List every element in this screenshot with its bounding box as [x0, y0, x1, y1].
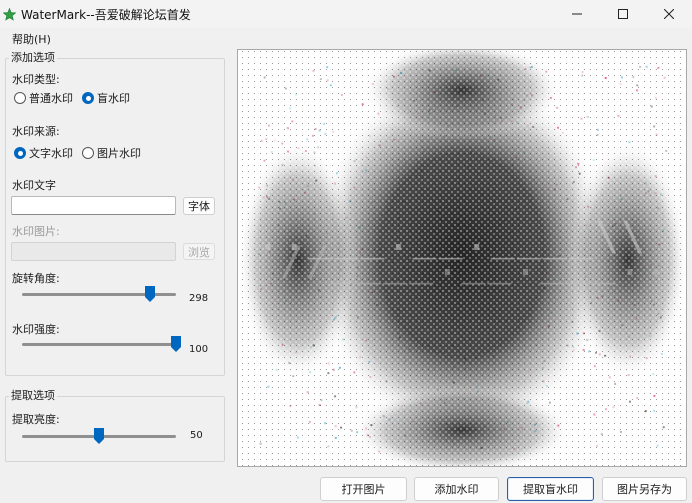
strength-value: 100: [189, 344, 209, 355]
watermark-text-label: 水印文字: [12, 179, 56, 192]
maximize-button[interactable]: [600, 0, 646, 28]
browse-button[interactable]: 浏览: [183, 243, 215, 260]
minimize-button[interactable]: [554, 0, 600, 28]
slider-thumb[interactable]: [144, 286, 155, 302]
image-preview-panel: ..___.__.____\\ ..___.__.____\\: [237, 40, 688, 475]
radio-image-watermark[interactable]: 图片水印: [82, 146, 141, 160]
watermark-image-input[interactable]: [11, 242, 176, 261]
close-button[interactable]: [646, 0, 692, 28]
add-options-title: 添加选项: [9, 51, 57, 64]
watermark-mark-lower: ..___.__.____\\: [277, 239, 668, 285]
radio-indicator: [14, 147, 26, 159]
brightness-value: 50: [190, 430, 203, 441]
strength-label: 水印强度:: [12, 323, 60, 336]
watermark-image-label: 水印图片:: [12, 225, 60, 238]
radio-indicator: [82, 92, 94, 104]
brightness-label: 提取亮度:: [12, 413, 60, 426]
radio-normal-watermark[interactable]: 普通水印: [14, 91, 73, 105]
add-watermark-button[interactable]: 添加水印: [414, 477, 499, 501]
rotation-label: 旋转角度:: [12, 272, 60, 285]
strength-slider[interactable]: [22, 336, 181, 352]
slider-thumb[interactable]: [94, 428, 104, 444]
open-image-button[interactable]: 打开图片: [320, 477, 407, 501]
save-image-as-button[interactable]: 图片另存为: [602, 477, 687, 501]
font-button[interactable]: 字体: [183, 197, 215, 215]
radio-indicator: [82, 147, 94, 159]
brightness-slider[interactable]: [22, 428, 176, 444]
menu-bar: 帮助(H): [0, 28, 692, 48]
green-star-icon: [2, 7, 16, 21]
slider-track: [22, 343, 176, 346]
maximize-icon: [618, 9, 628, 19]
extracted-watermark-image: ..___.__.____\\ ..___.__.____\\: [238, 40, 688, 475]
extract-blind-watermark-button[interactable]: 提取盲水印: [507, 477, 594, 501]
rotation-value: 298: [189, 293, 209, 304]
watermark-source-label: 水印来源:: [12, 125, 60, 138]
window-title: WaterMark--吾爱破解论坛首发: [21, 7, 191, 22]
menu-help[interactable]: 帮助(H): [12, 31, 51, 47]
radio-text-watermark[interactable]: 文字水印: [14, 146, 73, 160]
close-icon: [664, 9, 674, 19]
slider-thumb[interactable]: [171, 336, 181, 352]
radio-indicator: [14, 92, 26, 104]
minimize-icon: [572, 13, 582, 15]
watermark-type-label: 水印类型:: [12, 73, 60, 86]
watermark-text-input[interactable]: [11, 196, 176, 215]
rotation-slider[interactable]: [22, 286, 176, 302]
radio-blind-watermark[interactable]: 盲水印: [82, 91, 130, 105]
extract-options-title: 提取选项: [9, 389, 57, 402]
title-bar: WaterMark--吾爱破解论坛首发: [0, 0, 692, 28]
